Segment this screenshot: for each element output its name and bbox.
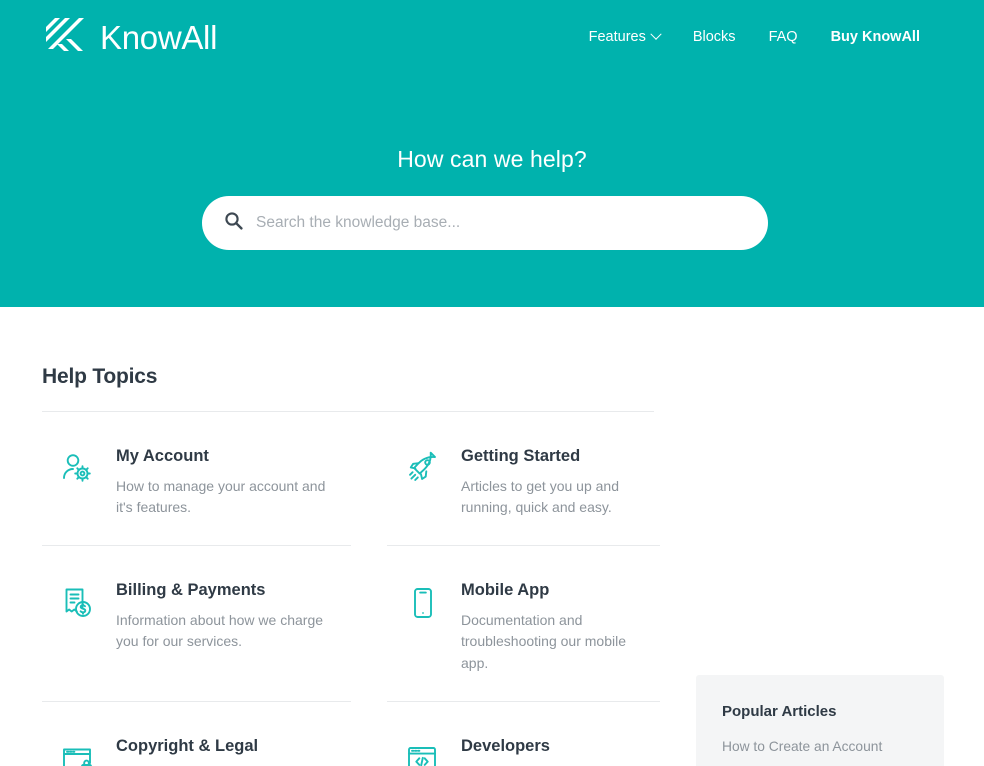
topic-card-my-account[interactable]: My Account How to manage your account an… — [42, 412, 351, 546]
topic-card-mobile-app[interactable]: Mobile App Documentation and troubleshoo… — [387, 546, 660, 702]
rocket-icon — [402, 448, 444, 490]
topic-title: Copyright & Legal — [116, 736, 259, 755]
topic-card-getting-started[interactable]: Getting Started Articles to get you up a… — [387, 412, 660, 546]
code-window-icon — [402, 738, 444, 766]
popular-articles-title: Popular Articles — [722, 703, 837, 720]
browser-lock-icon — [57, 738, 99, 766]
nav-item-features[interactable]: Features — [588, 28, 662, 45]
topic-body: Developers Developer documentation and i… — [461, 736, 648, 766]
invoice-dollar-icon — [57, 582, 99, 624]
main-content: Help Topics My Account How to manage you… — [0, 307, 984, 766]
search-icon — [224, 211, 243, 235]
topic-body: Getting Started Articles to get you up a… — [461, 446, 648, 519]
topic-description: Documentation and troubleshooting our mo… — [461, 611, 626, 671]
topic-body: My Account How to manage your account an… — [116, 446, 339, 519]
popular-articles-card: Popular Articles How to Create an Accoun… — [696, 675, 944, 766]
topic-body: Billing & Payments Information about how… — [116, 580, 339, 653]
chevron-down-icon — [650, 28, 662, 40]
brand-logo-link[interactable]: KnowAll — [42, 14, 217, 61]
sidebar: Popular Articles How to Create an Accoun… — [696, 307, 944, 766]
search-input[interactable] — [256, 196, 746, 250]
help-topics-section: Help Topics My Account How to manage you… — [42, 307, 678, 766]
nav-item-features-label: Features — [588, 29, 646, 45]
hero-banner: KnowAll Features Blocks FAQ Buy KnowAll … — [0, 0, 984, 307]
topic-title: Mobile App — [461, 581, 550, 599]
page-title: Help Topics — [42, 365, 158, 388]
topic-body: Copyright & Legal Important information … — [116, 736, 339, 766]
content-row: Help Topics My Account How to manage you… — [0, 307, 984, 766]
primary-nav: Features Blocks FAQ Buy KnowAll — [588, 28, 920, 45]
topic-card-billing-payments[interactable]: Billing & Payments Information about how… — [42, 546, 351, 702]
topic-body: Mobile App Documentation and troubleshoo… — [461, 580, 648, 675]
top-navigation-bar: KnowAll Features Blocks FAQ Buy KnowAll — [0, 0, 984, 74]
topic-title: Getting Started — [461, 447, 581, 465]
nav-item-blocks[interactable]: Blocks — [693, 29, 736, 45]
help-topics-grid: My Account How to manage your account an… — [42, 412, 678, 766]
brand-logo-text: KnowAll — [100, 18, 218, 56]
popular-article-link[interactable]: How to Create an Account — [722, 737, 918, 766]
topic-title: Developers — [461, 736, 550, 755]
topic-title: My Account — [116, 447, 209, 465]
search-bar[interactable] — [202, 196, 768, 250]
user-gear-icon — [57, 448, 99, 490]
nav-item-buy-knowall[interactable]: Buy KnowAll — [831, 29, 920, 45]
topic-card-developers[interactable]: Developers Developer documentation and i… — [387, 702, 660, 766]
topic-title: Billing & Payments — [116, 581, 266, 599]
knowall-logo-mark-icon — [42, 14, 86, 61]
topic-description: Articles to get you up and running, quic… — [461, 477, 619, 516]
topic-description: How to manage your account and it's feat… — [116, 477, 326, 516]
nav-item-faq[interactable]: FAQ — [769, 29, 798, 45]
topic-description: Information about how we charge you for … — [116, 611, 324, 650]
hero-title: How can we help? — [397, 146, 587, 172]
topic-card-copyright-legal[interactable]: Copyright & Legal Important information … — [42, 702, 351, 766]
mobile-phone-icon — [402, 582, 444, 624]
